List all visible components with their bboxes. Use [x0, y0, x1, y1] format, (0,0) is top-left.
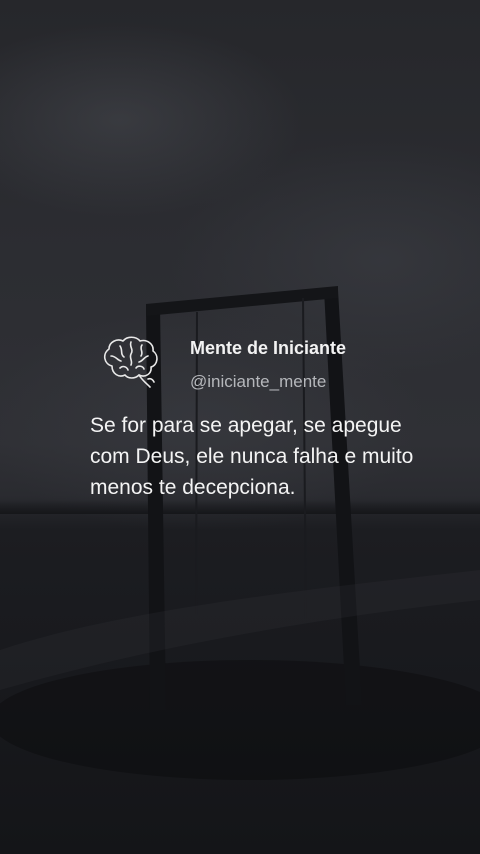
author-name[interactable]: Mente de Iniciante	[190, 338, 346, 359]
story-screen: Mente de Iniciante @iniciante_mente Se f…	[0, 0, 480, 854]
ground-shadow	[0, 660, 480, 780]
brain-icon	[103, 336, 158, 388]
author-handle[interactable]: @iniciante_mente	[190, 372, 326, 392]
post-text: Se for para se apegar, se apegue com Deu…	[90, 414, 414, 499]
swing-top-beam	[146, 286, 338, 316]
